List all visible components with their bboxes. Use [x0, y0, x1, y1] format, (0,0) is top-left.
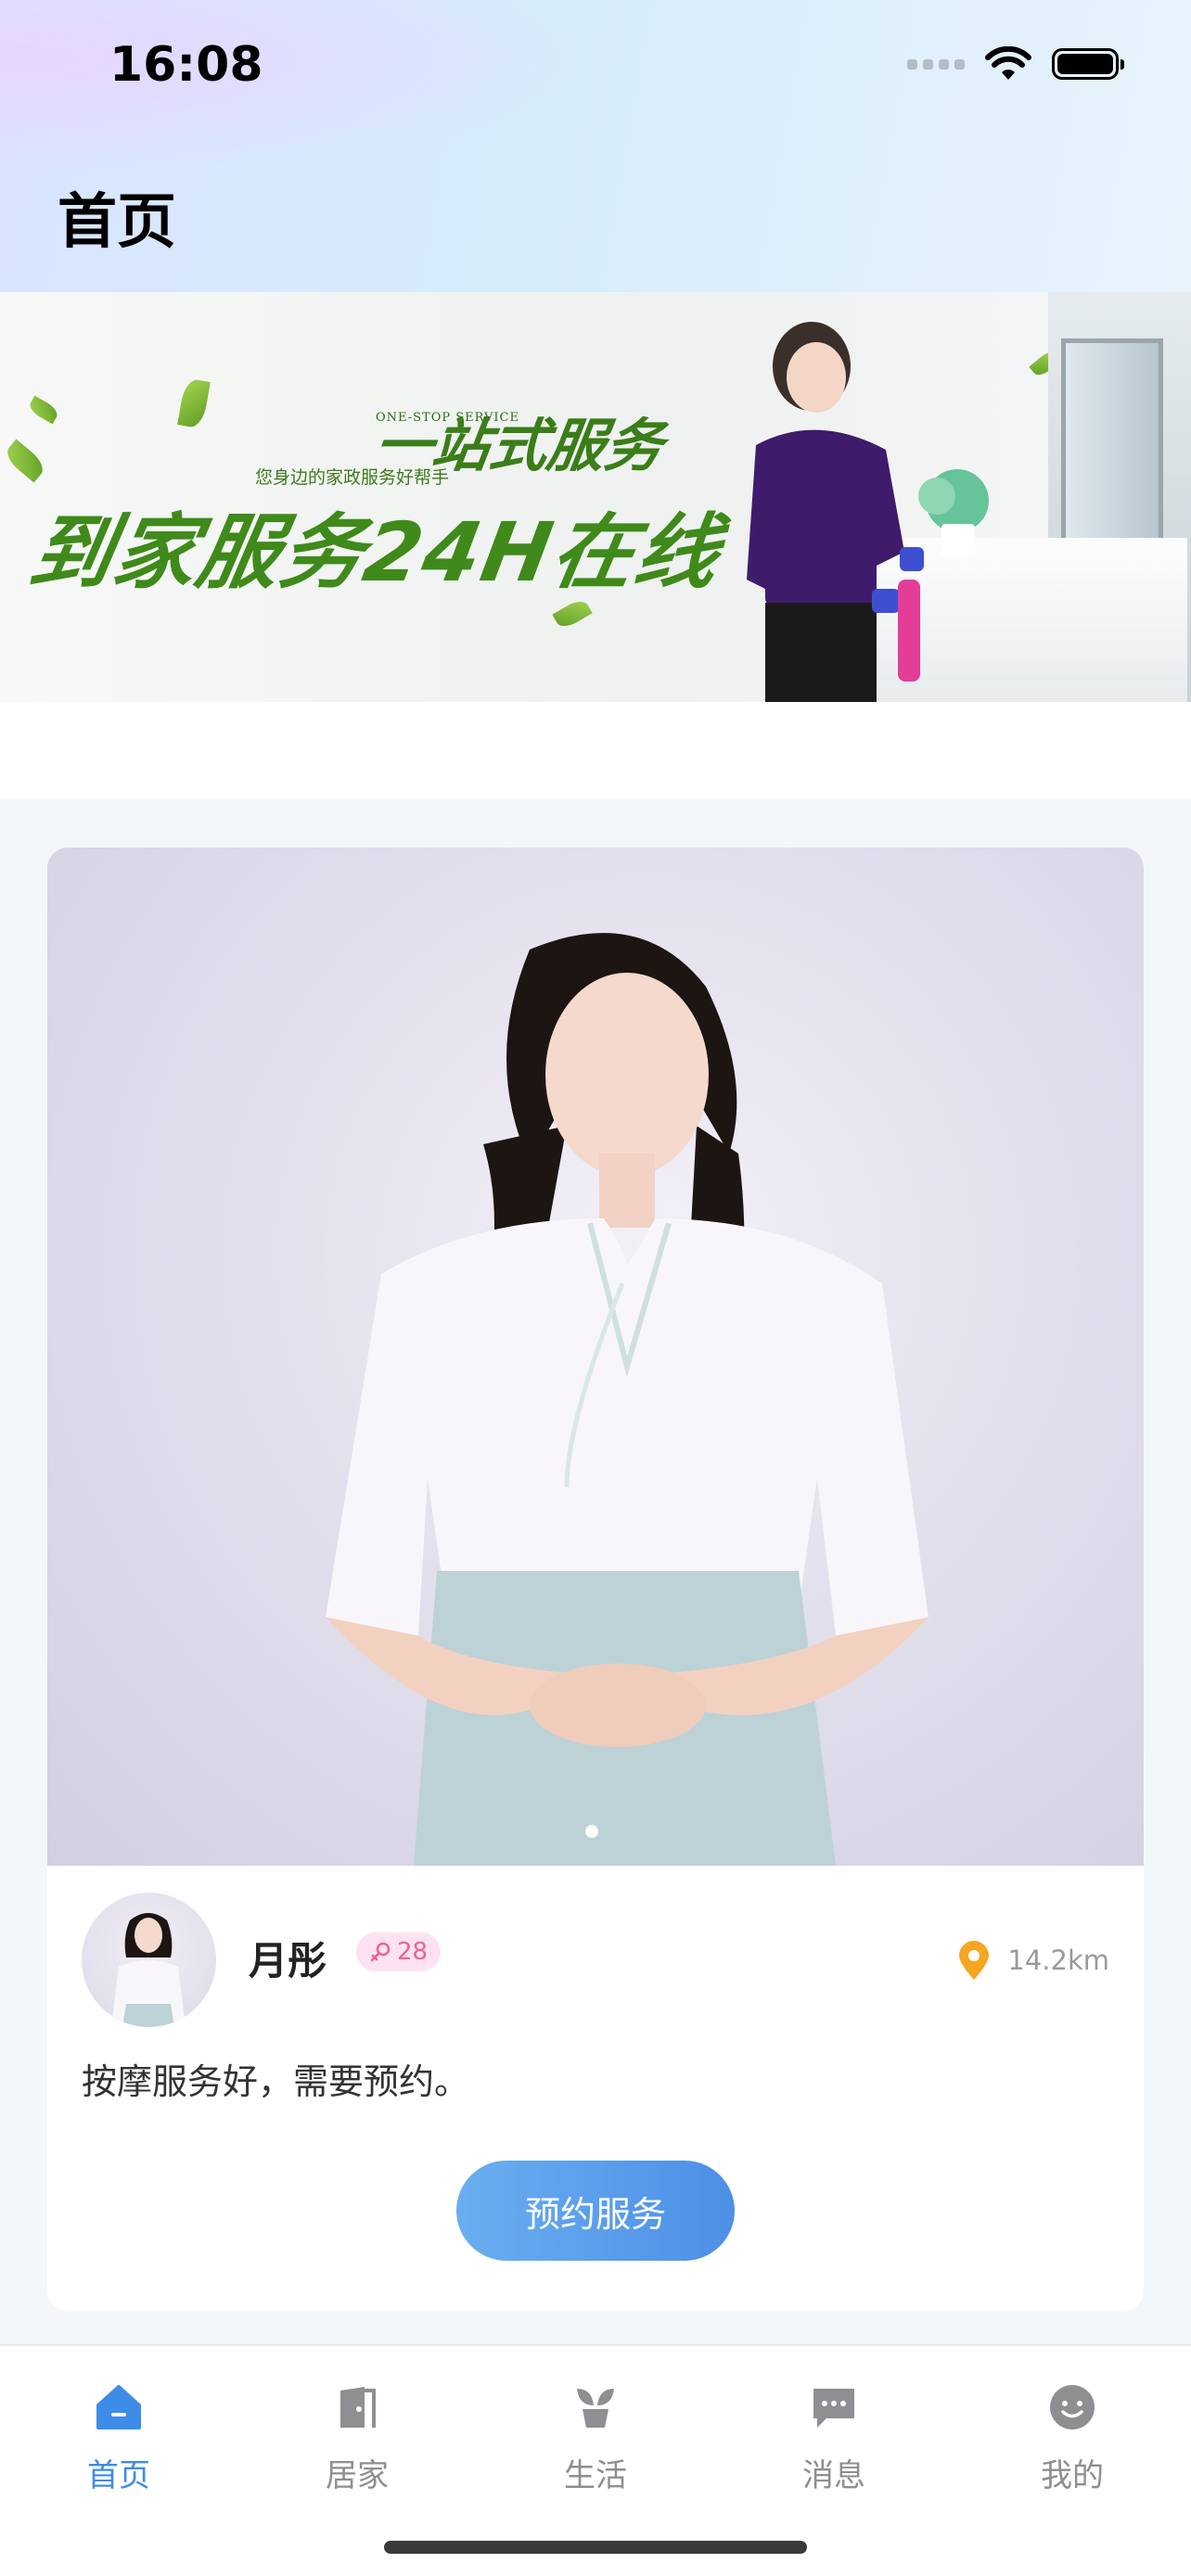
distance-info: 14.2km [955, 1939, 1109, 1982]
age-badge: 28 [356, 1932, 442, 1971]
avatar-image [111, 1913, 186, 2027]
provider-card[interactable]: 月彤 28 14.2km 按摩服务好，需要预约。 预约服务 [47, 848, 1144, 2311]
home-icon [96, 2385, 141, 2429]
leaf-decoration [2, 439, 48, 483]
provider-photo-carousel[interactable] [47, 848, 1144, 1866]
avatar[interactable] [82, 1893, 216, 2027]
banner-tagline: 一站式服务 [370, 412, 668, 479]
signal-icon [907, 58, 965, 70]
leaf-decoration [177, 377, 211, 429]
tab-messages[interactable]: 消息 [750, 2381, 917, 2495]
smiley-icon [1050, 2385, 1095, 2429]
status-time: 16:08 [109, 37, 263, 93]
tab-label: 我的 [1041, 2457, 1104, 2494]
location-pin-icon [959, 1941, 990, 1980]
sprout-icon [577, 2389, 614, 2428]
home-indicator[interactable] [384, 2541, 807, 2554]
book-service-button[interactable]: 预约服务 [456, 2161, 735, 2261]
provider-profile-row: 月彤 28 14.2km [82, 1893, 1111, 2028]
tab-profile[interactable]: 我的 [989, 2381, 1156, 2495]
tab-home[interactable]: 首页 [35, 2381, 202, 2495]
promo-banner[interactable]: ONE-STOP SERVICE 您身边的家政服务好帮手 一站式服务 到家服务2… [0, 292, 1191, 702]
door-icon [340, 2387, 376, 2428]
tab-label: 首页 [87, 2457, 150, 2494]
header-background: 16:08 首页 [0, 0, 1191, 292]
message-icon [813, 2389, 854, 2428]
carousel-dot[interactable] [585, 1825, 598, 1838]
tab-label: 居家 [326, 2457, 389, 2494]
leaf-decoration [26, 395, 61, 425]
age-value: 28 [397, 1938, 429, 1966]
provider-description: 按摩服务好，需要预约。 [82, 2061, 470, 2102]
tab-label: 消息 [802, 2457, 865, 2494]
distance-value: 14.2km [1007, 1945, 1109, 1976]
provider-photo [326, 933, 928, 1866]
battery-icon [1052, 48, 1124, 80]
tab-home-living[interactable]: 居家 [274, 2381, 441, 2495]
banner-headline: 到家服务24H在线 [22, 504, 728, 600]
female-gender-icon [370, 1942, 391, 1962]
status-indicators [907, 46, 1124, 82]
tab-label: 生活 [564, 2457, 627, 2494]
tab-life[interactable]: 生活 [512, 2381, 679, 2495]
cleaner-illustration [747, 322, 989, 702]
provider-name: 月彤 [249, 1938, 327, 1983]
page-title: 首页 [58, 188, 176, 257]
wifi-icon [985, 46, 1031, 80]
section-spacer [0, 702, 1191, 799]
